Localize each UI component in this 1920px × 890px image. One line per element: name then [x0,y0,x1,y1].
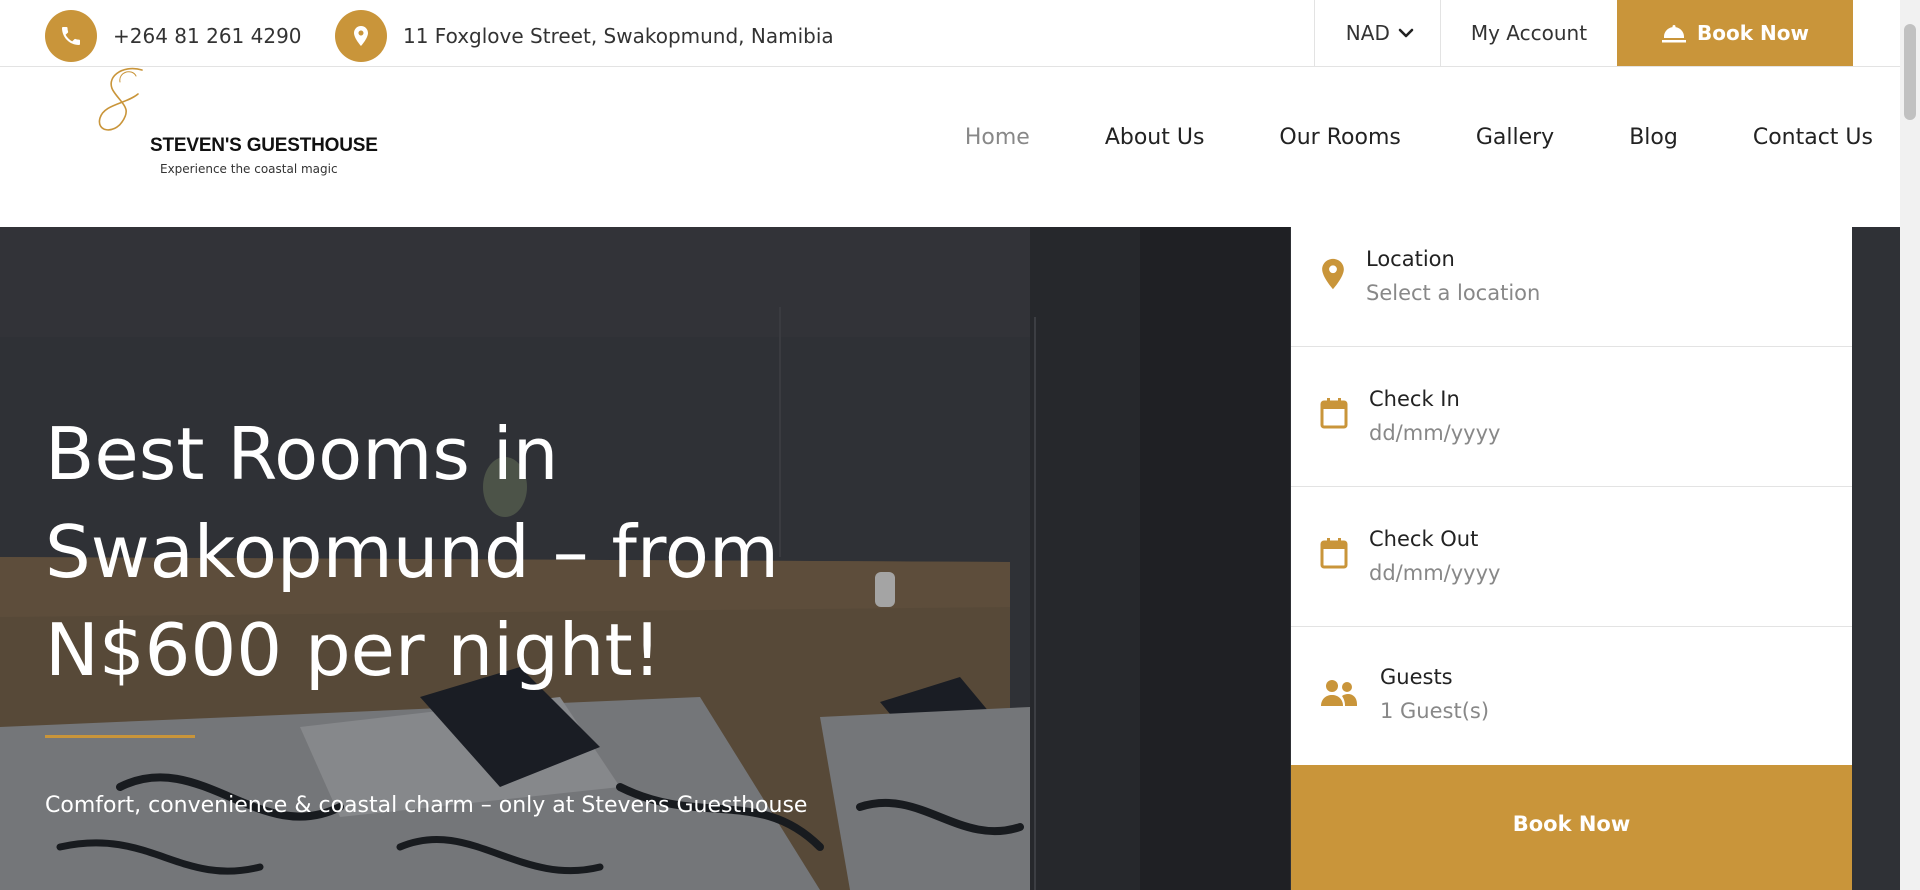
check-out-label: Check Out [1369,527,1479,551]
site-logo[interactable]: STEVEN'S GUESTHOUSE Experience the coast… [92,64,392,204]
check-out-value: dd/mm/yyyy [1369,561,1501,585]
nav-contact-us[interactable]: Contact Us [1753,125,1873,150]
hero-title: Best Rooms in Swakopmund – from N$600 pe… [45,412,780,692]
guests-label: Guests [1380,665,1453,689]
phone-number: +264 81 261 4290 [113,24,302,48]
book-now-button[interactable]: Book Now [1291,765,1852,890]
guests-value: 1 Guest(s) [1380,699,1490,723]
nav-our-rooms[interactable]: Our Rooms [1279,125,1400,150]
currency-selector[interactable]: NAD [1313,0,1440,66]
phone-icon [45,10,97,62]
address-text: 11 Foxglove Street, Swakopmund, Namibia [403,24,834,48]
map-pin-icon [335,10,387,62]
calendar-icon [1320,397,1348,429]
check-in-field[interactable]: Check In dd/mm/yyyy [1291,347,1852,487]
nav-blog[interactable]: Blog [1629,125,1678,150]
top-book-now-button[interactable]: Book Now [1617,0,1853,66]
check-in-label: Check In [1369,387,1460,411]
guests-field[interactable]: Guests 1 Guest(s) [1291,627,1852,765]
check-in-value: dd/mm/yyyy [1369,421,1501,445]
users-icon [1320,679,1358,707]
location-value: Select a location [1366,281,1541,305]
calendar-icon [1320,537,1348,569]
nav-gallery[interactable]: Gallery [1476,125,1554,150]
my-account-link[interactable]: My Account [1439,0,1617,66]
hero-divider [45,735,195,738]
address-contact[interactable]: 11 Foxglove Street, Swakopmund, Namibia [335,10,834,62]
service-bell-icon [1662,25,1687,43]
currency-value: NAD [1345,21,1390,45]
top-bar: +264 81 261 4290 11 Foxglove Street, Swa… [0,0,1900,67]
scrollbar-thumb[interactable] [1904,24,1916,120]
logo-s-monogram [98,67,143,131]
location-label: Location [1366,247,1455,271]
logo-name: STEVEN'S GUESTHOUSE [150,135,378,156]
check-out-field[interactable]: Check Out dd/mm/yyyy [1291,487,1852,627]
main-nav: Home About Us Our Rooms Gallery Blog Con… [890,125,1873,150]
hero-subtitle: Comfort, convenience & coastal charm – o… [45,793,808,818]
nav-home[interactable]: Home [965,125,1030,150]
chevron-down-icon [1398,28,1414,38]
top-book-now-label: Book Now [1697,21,1809,45]
page-scrollbar[interactable] [1900,0,1920,890]
top-right-actions: NAD My Account Book Now [1313,0,1853,66]
phone-contact[interactable]: +264 81 261 4290 [45,10,302,62]
nav-about-us[interactable]: About Us [1105,125,1205,150]
map-pin-icon [1320,257,1346,291]
booking-form: Location Select a location Check In dd/m… [1291,227,1852,890]
my-account-label: My Account [1470,21,1588,45]
location-field[interactable]: Location Select a location [1291,227,1852,347]
logo-tagline: Experience the coastal magic [160,162,338,176]
